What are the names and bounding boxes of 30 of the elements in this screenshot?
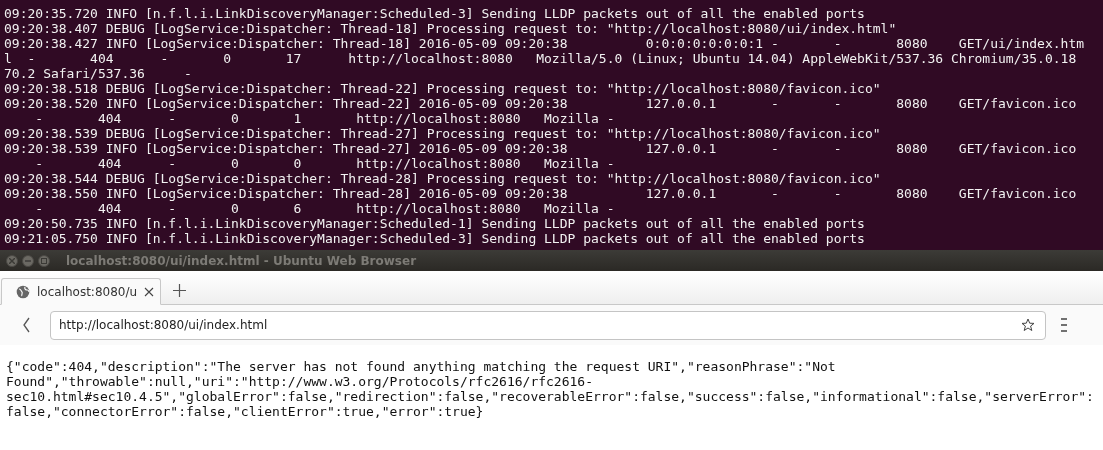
minimize-icon[interactable] <box>22 254 34 267</box>
json-text-line: false,"connectorError":false,"clientError":true,"error":true} <box>6 404 484 419</box>
browser-tab[interactable]: localhost:8080/u <box>1 278 162 305</box>
plus-icon[interactable] <box>173 284 187 297</box>
log-line: 09:20:38.539 DEBUG [LogService:Dispatcher: Thread-27] Processing request to: "http://localhost:8080/favicon.ico" <box>4 126 881 141</box>
json-text-line: sec10.html#sec10.4.5","globalError":false,"redirection":false,"recoverableError":false,"success":false,"informational":false,"serverError": <box>6 389 1094 404</box>
window-title: localhost:8080/ui/index.html - Ubuntu Web Browser <box>66 253 417 268</box>
log-line: l - 404 - 0 17 http://localhost:8080 Mozilla/5.0 (Linux; Ubuntu 14.04) AppleWebKit/537.36 Chromium/35.0.18 <box>4 51 1077 66</box>
star-icon[interactable] <box>1021 318 1035 332</box>
log-line: 09:21:05.750 INFO [n.f.l.i.LinkDiscoveryManager:Scheduled-3] Sending LLDP packets out of all the enabled ports <box>4 231 865 246</box>
log-line: 09:20:38.544 DEBUG [LogService:Dispatcher: Thread-28] Processing request to: "http://localhost:8080/favicon.ico" <box>4 171 881 186</box>
log-line: 09:20:38.518 DEBUG [LogService:Dispatcher: Thread-22] Processing request to: "http://localhost:8080/favicon.ico" <box>4 81 881 96</box>
log-line: 09:20:38.539 INFO [LogService:Dispatcher: Thread-27] 2016-05-09 09:20:38 127.0.0.1 - - 8080 GET/favicon.ico <box>4 141 1077 156</box>
json-text-line: {"code":404,"description":"The server has not found anything matching the request URI","reasonPhrase":"Not <box>6 359 836 374</box>
menu-icon[interactable] <box>1060 318 1068 332</box>
log-line: - 404 - 0 0 http://localhost:8080 Mozilla - <box>34 156 615 171</box>
maximize-icon[interactable] <box>38 254 50 267</box>
log-line: - 404 - 0 6 http://localhost:8080 Mozilla - <box>34 201 615 216</box>
log-line: 09:20:38.520 INFO [LogService:Dispatcher: Thread-22] 2016-05-09 09:20:38 127.0.0.1 - - 8080 GET/favicon.ico <box>4 96 1077 111</box>
log-line: 09:20:38.427 INFO [LogService:Dispatcher: Thread-18] 2016-05-09 09:20:38 0:0:0:0:0:0:0:1 - - 8080 GET/ui/index.htm <box>4 36 1085 51</box>
log-line: 09:20:50.735 INFO [n.f.l.i.LinkDiscoveryManager:Scheduled-1] Sending LLDP packets out of all the enabled ports <box>4 216 865 231</box>
log-line: 09:20:38.550 INFO [LogService:Dispatcher: Thread-28] 2016-05-09 09:20:38 127.0.0.1 - - 8080 GET/favicon.ico <box>4 186 1077 201</box>
log-line: - 404 - 0 1 http://localhost:8080 Mozilla - <box>34 111 615 126</box>
log-line: 09:20:35.720 INFO [n.f.l.i.LinkDiscoveryManager:Scheduled-3] Sending LLDP packets out of all the enabled ports <box>4 6 865 21</box>
log-line: 70.2 Safari/537.36 - <box>4 66 192 81</box>
json-text-line: Found","throwable":null,"uri":"http://www.w3.org/Protocols/rfc2616/rfc2616- <box>6 374 593 389</box>
address-field[interactable]: http://localhost:8080/ui/index.html <box>50 310 1046 340</box>
log-line: 09:20:38.407 DEBUG [LogService:Dispatcher: Thread-18] Processing request to: "http://localhost:8080/ui/index.html" <box>4 21 897 36</box>
globe-icon <box>16 284 30 299</box>
close-icon[interactable] <box>144 286 155 297</box>
